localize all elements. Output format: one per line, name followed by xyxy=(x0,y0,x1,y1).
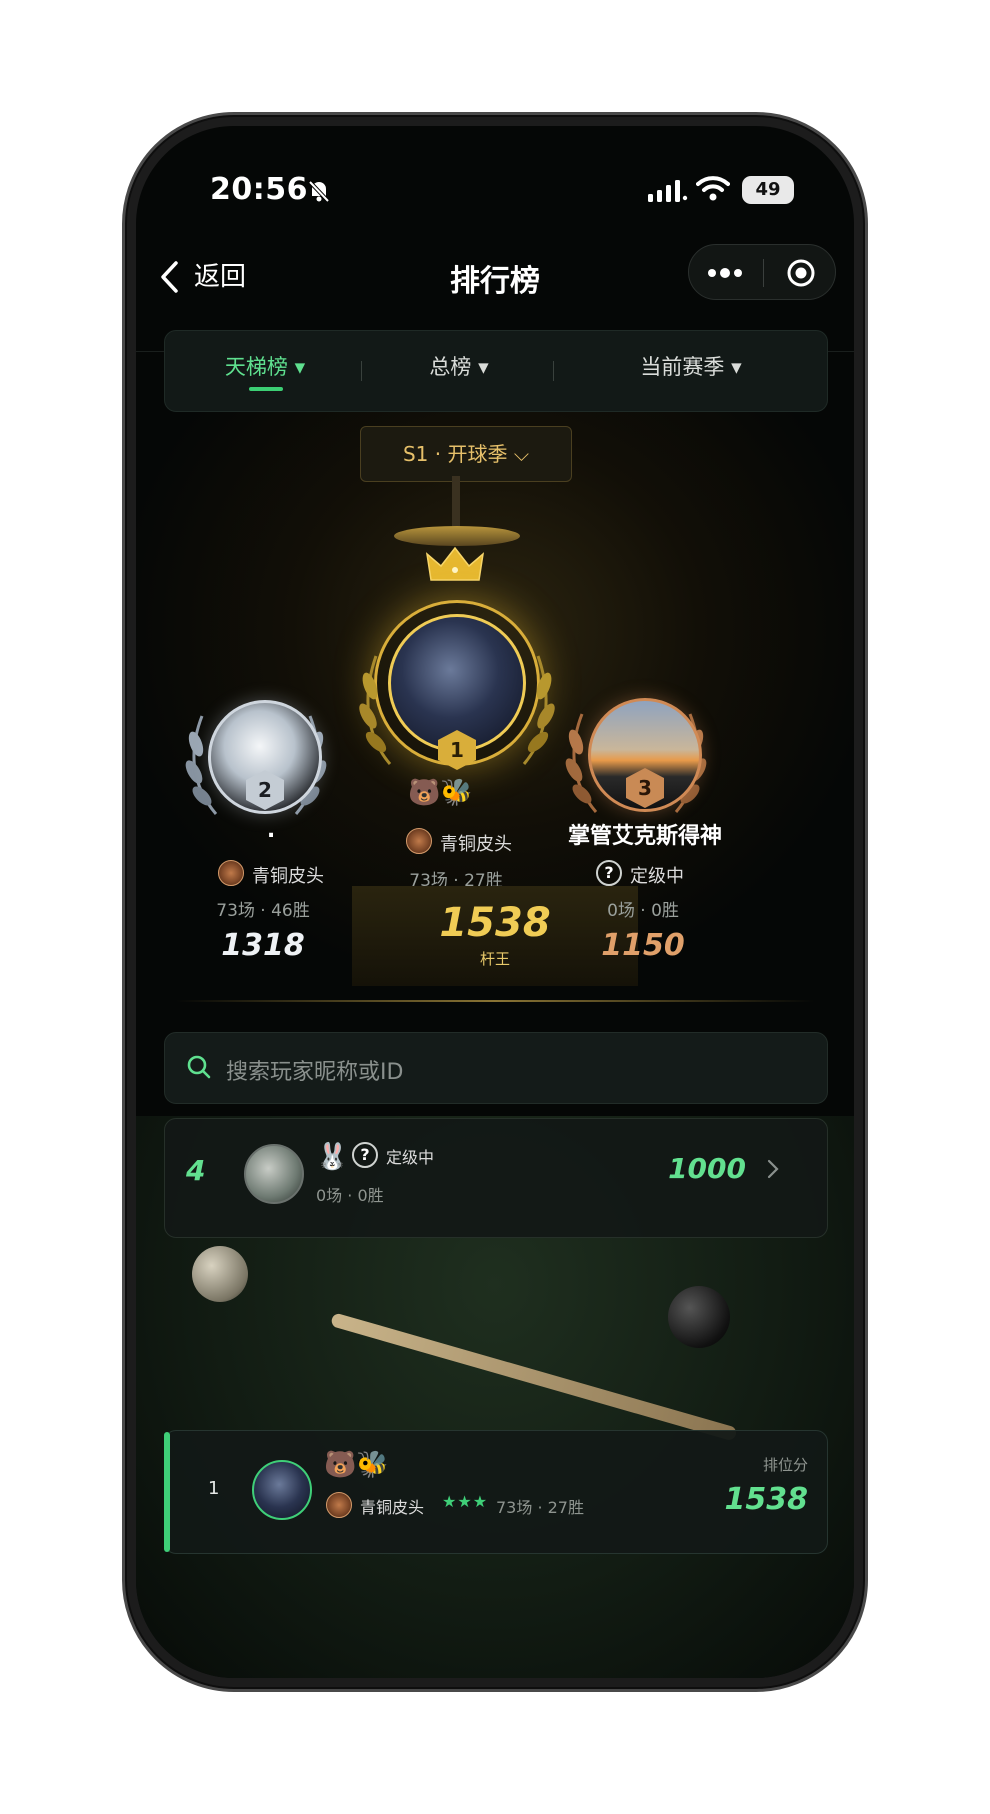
third-place-score: 1150 xyxy=(601,928,685,963)
cellular-signal-icon xyxy=(648,180,688,202)
search-input[interactable]: 搜索玩家昵称或ID xyxy=(226,1054,403,1086)
more-icon[interactable] xyxy=(707,263,743,283)
row-tier: 定级中 xyxy=(386,1148,435,1167)
capsule-divider xyxy=(763,259,764,287)
bronze-medal-icon xyxy=(406,828,432,854)
lamp-cord xyxy=(452,476,460,528)
second-place-tier: 青铜皮头 xyxy=(252,866,324,887)
status-time: 20:56 xyxy=(210,172,308,207)
bell-muted-icon xyxy=(308,180,330,203)
my-stats: 73场 · 27胜 xyxy=(496,1498,584,1517)
chevron-right-icon[interactable] xyxy=(766,1158,780,1180)
third-place-stats: 0场 · 0胜 xyxy=(607,901,679,921)
tab-ladder[interactable]: 天梯榜 ▾ xyxy=(165,331,365,413)
third-place-name[interactable]: 掌管艾克斯得神 xyxy=(540,818,750,850)
search-icon xyxy=(187,1055,211,1079)
battery-indicator: 49 xyxy=(742,176,794,204)
app-screen: 20:56 49 返回 排行榜 天梯榜 ▾ 总榜 ▾ 当前赛季 ▾ S1 · 开… xyxy=(136,126,854,1678)
row-avatar[interactable] xyxy=(244,1144,304,1204)
row-rank: 4 xyxy=(186,1154,206,1187)
my-tier: 青铜皮头 xyxy=(360,1498,425,1517)
mini-program-capsule xyxy=(688,244,836,300)
lamp-shade xyxy=(394,526,520,546)
second-place-score: 1318 xyxy=(221,928,305,963)
crown-icon xyxy=(425,546,485,581)
unranked-question-icon: ? xyxy=(596,860,622,886)
my-rank-accent-bar xyxy=(164,1432,170,1552)
tab-overall[interactable]: 总榜 ▾ xyxy=(361,331,557,413)
close-target-icon[interactable] xyxy=(785,257,817,289)
unranked-question-icon: ? xyxy=(352,1142,378,1168)
my-score: 1538 xyxy=(724,1482,809,1517)
season-selector[interactable]: S1 · 开球季 ⌵ xyxy=(360,426,572,482)
black-ball-decoration xyxy=(668,1286,730,1348)
my-score-label: 排位分 xyxy=(762,1456,808,1474)
my-rank-number: 1 xyxy=(208,1478,220,1499)
laurel-right-gold-icon xyxy=(522,655,555,765)
ranking-tabs: 天梯榜 ▾ 总榜 ▾ 当前赛季 ▾ xyxy=(164,330,828,412)
row-score: 1000 xyxy=(668,1152,746,1185)
podium-divider xyxy=(176,1000,814,1002)
second-place-name[interactable]: . xyxy=(196,818,346,843)
cue-ball-decoration xyxy=(192,1246,248,1302)
third-place-tier: 定级中 xyxy=(630,866,684,887)
my-avatar[interactable] xyxy=(252,1460,312,1520)
wifi-icon xyxy=(696,176,730,201)
my-stars: ★★★ xyxy=(442,1492,489,1511)
tab-active-indicator xyxy=(249,387,283,391)
my-emoji: 🐻🐝 xyxy=(324,1450,389,1480)
row-stats: 0场 · 0胜 xyxy=(316,1186,384,1205)
bronze-medal-icon xyxy=(326,1492,352,1518)
row-emoji: 🐰 xyxy=(316,1142,349,1172)
bronze-medal-icon xyxy=(218,860,244,886)
second-place-stats: 73场 · 46胜 xyxy=(216,901,310,921)
tab-current-season[interactable]: 当前赛季 ▾ xyxy=(553,331,829,413)
first-place-tier: 青铜皮头 xyxy=(440,834,512,855)
first-place-emoji: 🐻🐝 xyxy=(408,778,473,808)
